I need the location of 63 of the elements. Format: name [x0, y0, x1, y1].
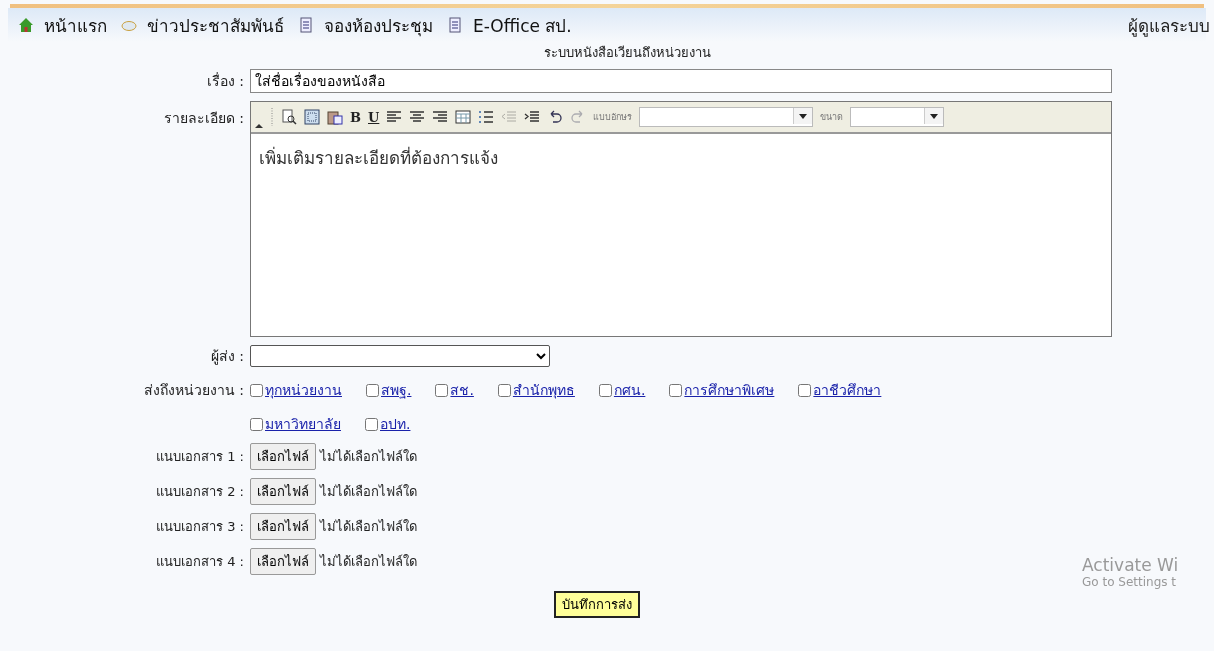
checkbox[interactable] — [365, 417, 378, 431]
house-icon — [18, 17, 34, 33]
field-label: ส่งถึงหน่วยงาน : — [142, 381, 244, 400]
nav-link[interactable]: ข่าวประชาสัมพันธ์ — [121, 11, 284, 39]
activation-hint: Go to Settings t — [1082, 575, 1178, 589]
detail-text-area[interactable]: เพิ่มเติมรายละเอียดที่ต้องการแจ้ง — [251, 134, 1111, 336]
document-icon — [298, 17, 314, 33]
choose-file-button[interactable]: เลือกไฟล์ — [250, 443, 316, 470]
checkbox[interactable] — [250, 417, 263, 431]
checkbox[interactable] — [497, 383, 511, 397]
unit-link[interactable]: การศึกษาพิเศษ — [684, 379, 775, 401]
choose-file-button[interactable]: เลือกไฟล์ — [250, 548, 316, 575]
nav-link[interactable]: E-Office สป. — [447, 11, 572, 39]
unit-link[interactable]: กศน. — [613, 379, 646, 401]
field-label: เรื่อง : — [205, 71, 244, 91]
checkbox[interactable] — [250, 383, 263, 397]
align-center-icon[interactable] — [409, 109, 426, 125]
preview-icon[interactable] — [281, 109, 297, 125]
checkbox[interactable] — [598, 383, 612, 397]
page-title: ระบบหนังสือเวียนถึงหน่วยงาน — [542, 44, 712, 62]
unit-link[interactable]: สพฐ. — [381, 379, 412, 401]
unit-link[interactable]: สำนักพุทธ — [512, 379, 575, 401]
field-label: แนบเอกสาร 3 : — [155, 518, 244, 536]
format-button[interactable]: B — [350, 109, 361, 125]
file-status: ไม่ได้เลือกไฟล์ใด — [320, 553, 417, 571]
unit-link[interactable]: ทุกหน่วยงาน — [265, 379, 342, 401]
unit-link[interactable]: มหาวิทยาลัย — [265, 413, 341, 435]
align-right-icon[interactable] — [432, 109, 449, 125]
file-status: ไม่ได้เลือกไฟล์ใด — [320, 518, 417, 536]
subject-field[interactable]: ใส่ชื่อเรื่องของหนังสือ — [250, 69, 1112, 93]
field-label: ผู้ส่ง : — [209, 347, 244, 367]
checkbox[interactable] — [366, 383, 379, 397]
checkbox[interactable] — [798, 383, 812, 397]
indent-icon[interactable] — [524, 109, 541, 125]
user-name: ผู้ดูแลระบบ — [1128, 14, 1210, 39]
submit-button[interactable]: บันทึกการส่ง — [554, 591, 640, 618]
size-label: ขนาด — [820, 111, 844, 124]
choose-file-button[interactable]: เลือกไฟล์ — [250, 513, 316, 540]
collapse-icon[interactable] — [255, 121, 263, 129]
field-label: แนบเอกสาร 1 : — [155, 448, 244, 466]
list-icon[interactable] — [478, 109, 495, 125]
paste-word-icon[interactable] — [327, 109, 343, 125]
table-icon[interactable] — [455, 109, 472, 125]
checkbox[interactable] — [435, 383, 449, 397]
unit-link[interactable]: สช. — [450, 379, 474, 401]
file-status: ไม่ได้เลือกไฟล์ใด — [320, 483, 417, 501]
unit-link[interactable]: อปท. — [380, 413, 411, 435]
choose-file-button[interactable]: เลือกไฟล์ — [250, 478, 316, 505]
format-button[interactable]: U — [368, 109, 380, 125]
align-left-icon[interactable] — [386, 109, 403, 125]
document-icon — [447, 17, 463, 33]
font-label: แบบอักษร — [593, 111, 633, 124]
activation-notice: Activate Wi — [1082, 555, 1179, 575]
unit-link[interactable]: อาชีวศึกษา — [813, 379, 882, 401]
field-label: แนบเอกสาร 4 : — [155, 553, 244, 571]
sender-dropdown[interactable] — [250, 345, 550, 367]
file-status: ไม่ได้เลือกไฟล์ใด — [320, 448, 417, 466]
select-all-icon[interactable] — [304, 109, 320, 125]
nav-link[interactable]: หน้าแรก — [18, 11, 107, 39]
nav-link[interactable]: จองห้องประชุม — [298, 11, 433, 39]
checkbox[interactable] — [669, 383, 683, 397]
field-label: แนบเอกสาร 2 : — [155, 483, 244, 501]
field-label: รายละเอียด : — [162, 109, 244, 128]
